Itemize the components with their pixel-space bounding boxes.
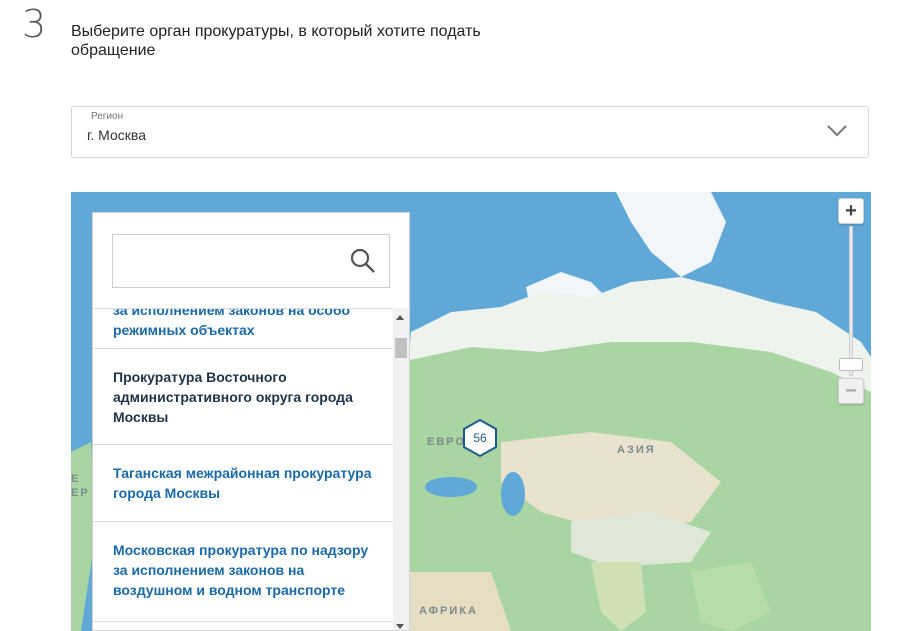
list-item[interactable]: Прокуратура Восточного административного… [93,349,393,445]
map-label-africa: АФРИКА [419,605,478,617]
chevron-down-icon[interactable] [826,123,848,137]
region-value: г. Москва [87,127,146,143]
zoom-out-button[interactable]: − [838,378,864,404]
scroll-up-arrow-icon[interactable] [396,315,404,320]
list-item-text: Прокуратура Восточного административного… [113,369,353,425]
list-item[interactable]: за исполнением законов на особо режимных… [93,308,393,349]
step-title: Выберите орган прокуратуры, в который хо… [71,23,481,59]
map-label-partial: Е ЕР [71,473,90,499]
zoom-in-button[interactable]: + [838,198,864,224]
map-label-asia: АЗИЯ [617,444,656,456]
list-item-text: за исполнением законов на особо режимных… [113,308,351,338]
region-label: Регион [91,111,124,122]
office-list-panel: за исполнением законов на особо режимных… [92,212,410,631]
zoom-slider-handle[interactable] [839,358,863,371]
scroll-down-arrow-icon[interactable] [396,624,404,629]
office-list[interactable]: за исполнением законов на особо режимных… [93,308,393,630]
list-item-text: Таганская межрайонная прокуратура города… [113,465,372,501]
scroll-thumb[interactable] [395,338,407,358]
step-number: 3 [22,2,47,46]
zoom-slider-track[interactable] [849,226,853,376]
office-search[interactable] [112,234,390,288]
cluster-count: 56 [473,431,487,445]
list-scrollbar[interactable] [393,308,409,630]
map-cluster-marker[interactable]: 56 [462,418,498,458]
region-select[interactable]: Регион г. Москва [71,106,869,158]
list-item-text: Московская прокуратура по надзору за исп… [113,542,369,598]
list-item[interactable]: Московская прокуратура по надзору за исп… [93,522,393,622]
search-icon[interactable] [349,247,377,275]
list-item[interactable]: Таганская межрайонная прокуратура города… [93,445,393,522]
